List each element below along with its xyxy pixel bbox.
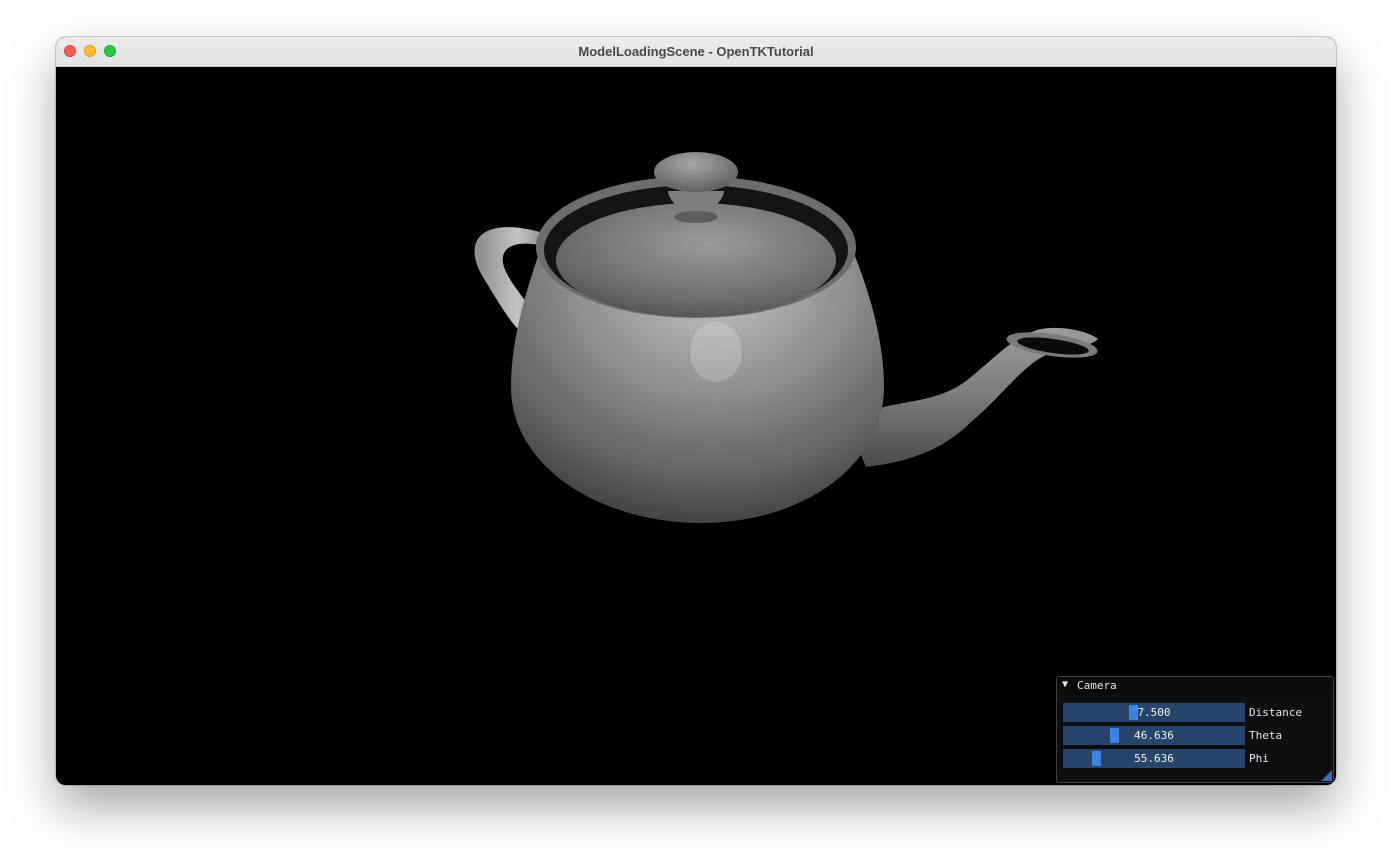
resize-grip-icon[interactable]: [1321, 770, 1332, 781]
distance-slider-value: 7.500: [1137, 706, 1171, 719]
theta-slider-label: Theta: [1249, 729, 1283, 742]
distance-slider-row: 7.500 Distance: [1063, 703, 1333, 722]
window-title: ModelLoadingScene - OpenTKTutorial: [578, 44, 814, 59]
camera-panel-header[interactable]: ▼ Camera: [1057, 677, 1333, 695]
triangle-down-icon[interactable]: ▼: [1062, 679, 1068, 690]
phi-slider-row: 55.636 Phi: [1063, 749, 1333, 768]
phi-slider-label: Phi: [1249, 752, 1269, 765]
phi-slider-value: 55.636: [1134, 752, 1174, 765]
phi-slider[interactable]: 55.636: [1063, 749, 1245, 768]
camera-panel: ▼ Camera 7.500 Distance 46.636 Theta 55.…: [1056, 676, 1334, 783]
distance-slider-label: Distance: [1249, 706, 1302, 719]
theta-slider[interactable]: 46.636: [1063, 726, 1245, 745]
title-bar[interactable]: ModelLoadingScene - OpenTKTutorial: [56, 37, 1336, 67]
distance-slider[interactable]: 7.500: [1063, 703, 1245, 722]
camera-panel-title: Camera: [1077, 679, 1117, 692]
app-window: ModelLoadingScene - OpenTKTutorial ▼ Cam…: [56, 37, 1336, 785]
theta-slider-row: 46.636 Theta: [1063, 726, 1333, 745]
theta-slider-value: 46.636: [1134, 729, 1174, 742]
render-viewport[interactable]: ▼ Camera 7.500 Distance 46.636 Theta 55.…: [56, 67, 1336, 785]
